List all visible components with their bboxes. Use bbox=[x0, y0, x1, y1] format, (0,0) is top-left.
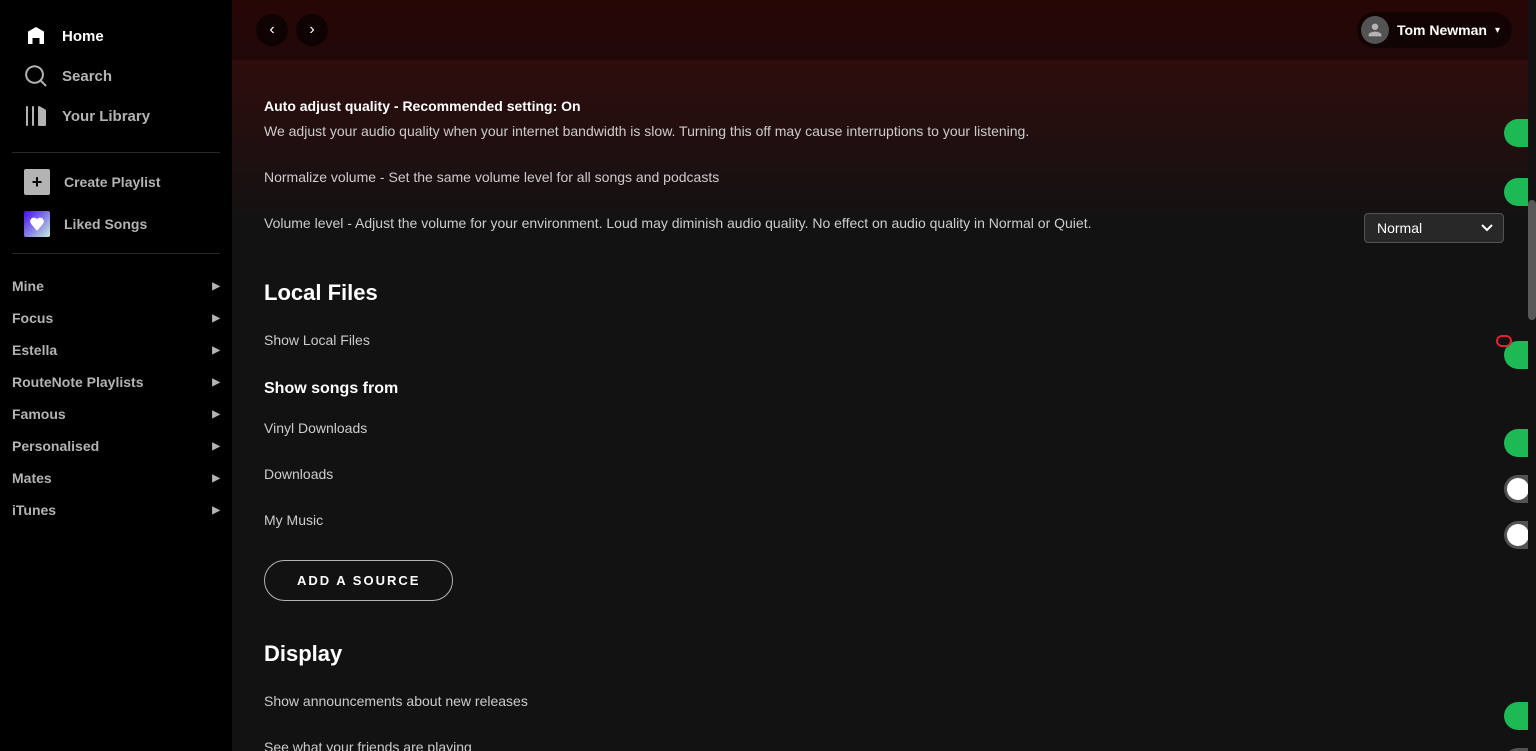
chevron-icon: ▶ bbox=[212, 313, 220, 324]
search-icon bbox=[24, 64, 48, 88]
dropdown-arrow-icon: ▾ bbox=[1495, 25, 1500, 36]
normalize-row: Normalize volume - Set the same volume l… bbox=[264, 155, 1504, 201]
library-item-famous[interactable]: Famous ▶ bbox=[12, 398, 220, 430]
show-local-label: Show Local Files bbox=[264, 330, 370, 351]
chevron-icon: ▶ bbox=[212, 473, 220, 484]
chevron-icon: ▶ bbox=[212, 377, 220, 388]
settings-panel: Auto adjust quality - Recommended settin… bbox=[232, 60, 1536, 751]
user-menu[interactable]: Tom Newman ▾ bbox=[1357, 12, 1512, 48]
sidebar-label-home: Home bbox=[62, 28, 104, 45]
topbar: ‹ › Tom Newman ▾ bbox=[232, 0, 1536, 60]
sidebar-divider bbox=[12, 152, 220, 153]
sidebar-divider-2 bbox=[12, 253, 220, 254]
display-header: Display bbox=[264, 641, 1504, 667]
library-item-focus[interactable]: Focus ▶ bbox=[12, 302, 220, 334]
friends-playing-label: See what your friends are playing bbox=[264, 737, 472, 751]
library-icon bbox=[24, 104, 48, 128]
scrollbar-track bbox=[1528, 0, 1536, 751]
auto-adjust-row: Auto adjust quality - Recommended settin… bbox=[264, 84, 1504, 155]
library-item-personalised[interactable]: Personalised ▶ bbox=[12, 430, 220, 462]
sidebar-label-library: Your Library bbox=[62, 108, 150, 125]
liked-songs-button[interactable]: Liked Songs bbox=[12, 203, 220, 245]
auto-adjust-label: Auto adjust quality - Recommended settin… bbox=[264, 96, 1029, 142]
library-item-routenote[interactable]: RouteNote Playlists ▶ bbox=[12, 366, 220, 398]
library-list: Mine ▶ Focus ▶ Estella ▶ RouteNote Playl… bbox=[0, 270, 232, 751]
library-item-estella[interactable]: Estella ▶ bbox=[12, 334, 220, 366]
add-source-button[interactable]: ADD A SOURCE bbox=[264, 560, 453, 601]
back-button[interactable]: ‹ bbox=[256, 14, 288, 46]
scrollbar-thumb[interactable] bbox=[1528, 200, 1536, 320]
heart-icon bbox=[24, 211, 50, 237]
volume-level-select[interactable]: Loud Normal Quiet bbox=[1364, 213, 1504, 243]
local-files-header: Local Files bbox=[264, 280, 1504, 306]
library-item-mates[interactable]: Mates ▶ bbox=[12, 462, 220, 494]
plus-icon: + bbox=[24, 169, 50, 195]
sidebar-item-library[interactable]: Your Library bbox=[12, 96, 220, 136]
liked-songs-label: Liked Songs bbox=[64, 216, 147, 232]
vinyl-row: Vinyl Downloads bbox=[264, 406, 1504, 452]
volume-level-label: Volume level - Adjust the volume for you… bbox=[264, 213, 1091, 234]
chevron-icon: ▶ bbox=[212, 345, 220, 356]
my-music-row: My Music bbox=[264, 498, 1504, 544]
user-name: Tom Newman bbox=[1397, 22, 1487, 38]
my-music-label: My Music bbox=[264, 510, 323, 531]
main-content: ‹ › Tom Newman ▾ Auto adjust quality - R… bbox=[232, 0, 1536, 751]
nav-buttons: ‹ › bbox=[256, 14, 328, 46]
volume-level-row: Volume level - Adjust the volume for you… bbox=[264, 201, 1504, 256]
downloads-row: Downloads bbox=[264, 452, 1504, 498]
chevron-icon: ▶ bbox=[212, 441, 220, 452]
show-songs-header: Show songs from bbox=[264, 380, 1504, 398]
downloads-label: Downloads bbox=[264, 464, 333, 485]
sidebar-label-search: Search bbox=[62, 68, 112, 85]
show-local-row: Show Local Files bbox=[264, 318, 1504, 364]
new-releases-row: Show announcements about new releases bbox=[264, 679, 1504, 725]
library-item-itunes[interactable]: iTunes ▶ bbox=[12, 494, 220, 526]
friends-playing-row: See what your friends are playing bbox=[264, 725, 1504, 751]
chevron-icon: ▶ bbox=[212, 505, 220, 516]
chevron-icon: ▶ bbox=[212, 409, 220, 420]
chevron-icon: ▶ bbox=[212, 281, 220, 292]
avatar bbox=[1361, 16, 1389, 44]
new-releases-label: Show announcements about new releases bbox=[264, 691, 528, 712]
sidebar-item-home[interactable]: Home bbox=[12, 16, 220, 56]
create-playlist-label: Create Playlist bbox=[64, 174, 161, 190]
normalize-label: Normalize volume - Set the same volume l… bbox=[264, 167, 719, 188]
home-icon bbox=[24, 24, 48, 48]
library-item-mine[interactable]: Mine ▶ bbox=[12, 270, 220, 302]
sidebar-item-search[interactable]: Search bbox=[12, 56, 220, 96]
vinyl-label: Vinyl Downloads bbox=[264, 418, 367, 439]
create-playlist-button[interactable]: + Create Playlist bbox=[12, 161, 220, 203]
sidebar: Home Search Your Library + Create Playli… bbox=[0, 0, 232, 751]
forward-button[interactable]: › bbox=[296, 14, 328, 46]
